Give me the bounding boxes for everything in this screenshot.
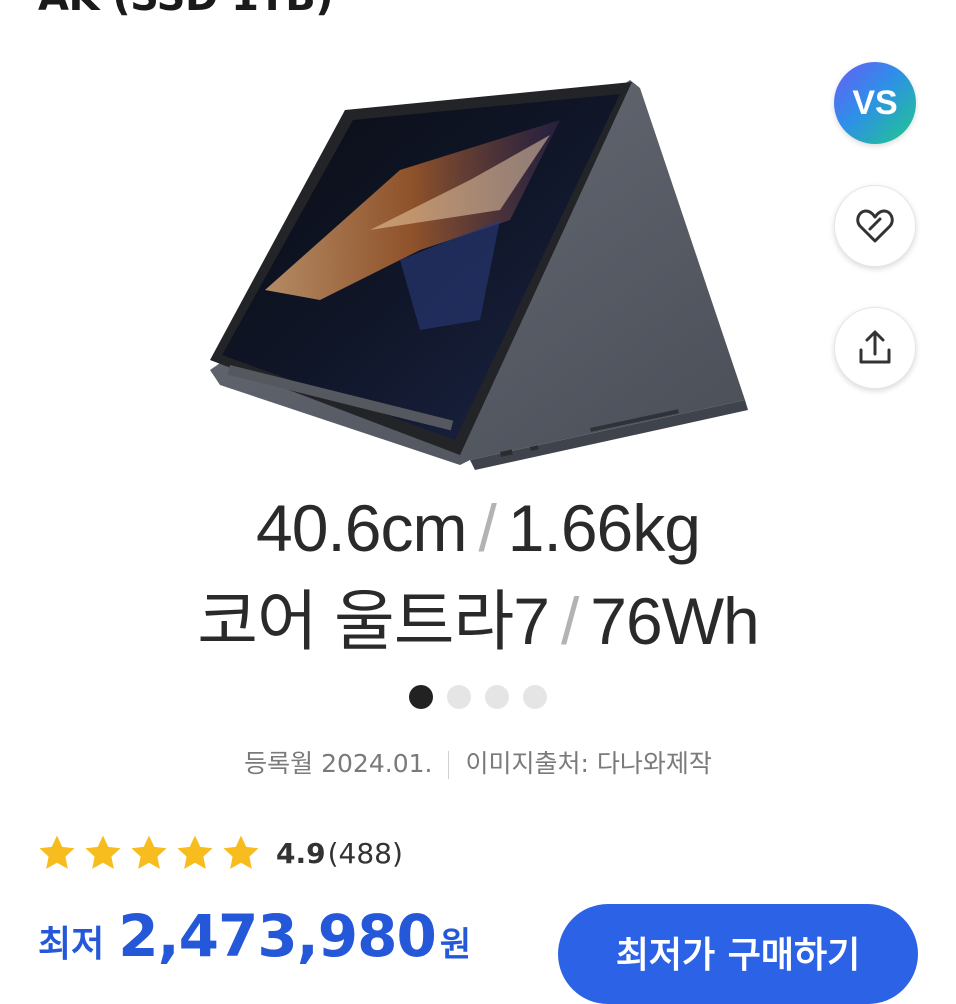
price-value: 2,473,980 [118,902,437,970]
star-icon [131,835,167,869]
registered-date: 등록월 2024.01. [244,749,433,778]
share-icon [859,330,891,364]
spec-line-2: 코어 울트라7/76Wh [0,568,956,664]
star-rating [36,832,262,874]
screen-size: 40.6cm [256,491,467,565]
spec-separator: / [560,584,579,658]
star-icon [85,835,121,869]
share-button[interactable] [834,307,916,389]
page-dot-4[interactable] [523,685,547,709]
spec-separator: / [478,491,496,565]
rating-score: 4.9 [276,836,326,870]
weight: 1.66kg [507,491,701,565]
buy-lowest-price-button[interactable]: 최저가 구매하기 [558,904,918,1004]
meta-divider [448,751,450,779]
gallery-pagination [0,685,956,709]
page-dot-2[interactable] [447,685,471,709]
rating[interactable]: 4.9 (488) [36,832,403,874]
review-count[interactable]: (488) [328,837,403,870]
battery: 76Wh [590,584,759,658]
price-label: 최저 [38,924,105,965]
page-dot-3[interactable] [485,685,509,709]
product-image[interactable] [170,60,770,480]
product-meta: 등록월 2024.01. 이미지출처: 다나와제작 [0,744,956,780]
compare-vs-button[interactable]: VS [834,62,916,144]
wishlist-button[interactable] [834,185,916,267]
price-unit: 원 [439,925,472,965]
image-source: 이미지출처: 다나와제작 [465,749,712,778]
lowest-price: 최저 2,473,980 원 [38,902,471,970]
product-title: AK (SSD 1TB) [38,0,334,20]
star-icon [177,835,213,869]
page-dot-1[interactable] [409,685,433,709]
cpu: 코어 울트라7 [197,584,550,658]
spec-line-1: 40.6cm/1.66kg [0,490,956,566]
vs-label: VS [852,83,898,122]
star-icon [39,835,75,869]
star-icon [223,835,259,869]
heart-link-icon [856,209,894,243]
